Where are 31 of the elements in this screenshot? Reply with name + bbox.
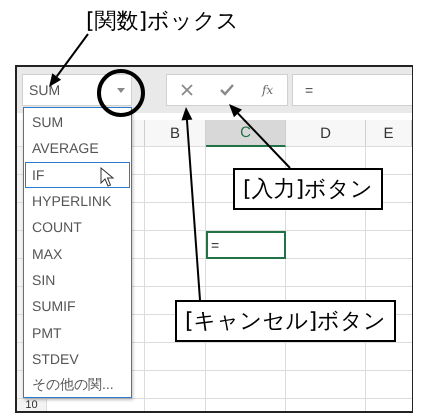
dropdown-item[interactable]: SUMIF (25, 293, 130, 320)
pointer-icon (100, 166, 114, 187)
formula-field[interactable]: = (292, 74, 412, 106)
dropdown-item[interactable]: MAX (25, 240, 130, 267)
dropdown-item[interactable]: HYPERLINK (25, 188, 130, 214)
close-icon (180, 84, 193, 96)
check-icon (220, 84, 234, 96)
active-cell[interactable]: = (206, 231, 286, 259)
dropdown-item[interactable]: AVERAGE (25, 135, 130, 162)
dropdown-item[interactable]: COUNT (25, 214, 130, 240)
dropdown-item[interactable]: PMT (25, 319, 130, 346)
function-button[interactable]: fx (262, 83, 274, 97)
dropdown-item[interactable]: その他の関... (25, 372, 130, 398)
callout-label: [キャンセル]ボタン (175, 300, 396, 342)
dropdown-item[interactable]: SIN (25, 266, 130, 294)
arrow (229, 104, 291, 169)
column-header[interactable]: E (366, 120, 412, 147)
column-header[interactable]: D (286, 120, 366, 147)
column-header[interactable]: C (206, 120, 286, 147)
callout-label: [入力]ボタン (233, 168, 384, 210)
arrow (49, 33, 89, 87)
column-header[interactable]: B (145, 120, 206, 147)
highlight-circle (97, 69, 145, 117)
row-number: 10 (25, 400, 38, 411)
row-header[interactable]: 10 (17, 399, 47, 411)
dropdown-item[interactable]: IF (25, 162, 130, 188)
caret-icon (117, 88, 125, 92)
dropdown-item[interactable]: SUM (25, 109, 130, 136)
dropdown-item[interactable]: STDEV (25, 346, 130, 372)
callout-label: [関数]ボックス (86, 8, 240, 36)
name-box[interactable]: SUM (22, 74, 132, 106)
